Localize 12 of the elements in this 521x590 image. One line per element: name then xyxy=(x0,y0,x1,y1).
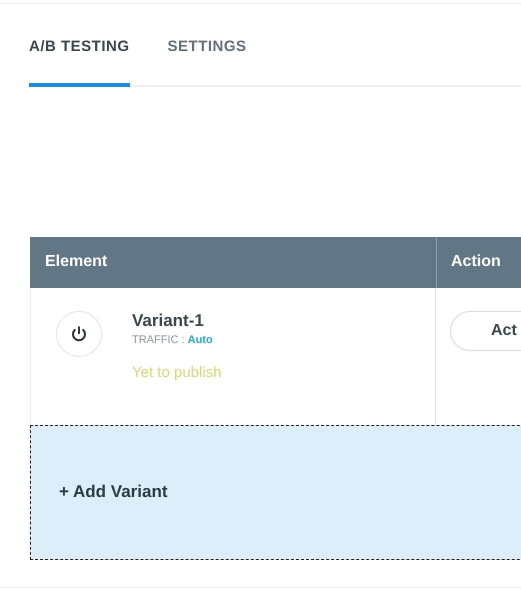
add-variant-button[interactable]: + Add Variant xyxy=(30,424,521,560)
tab[interactable]: A/B TESTING xyxy=(29,36,130,86)
status-text: Yet to publish xyxy=(132,362,222,382)
column-header: Element xyxy=(45,252,108,272)
variant-name: Variant-1 xyxy=(132,310,205,332)
action-button[interactable]: Act xyxy=(450,310,521,350)
traffic-value: Auto xyxy=(188,334,213,346)
column-header: Action xyxy=(451,253,501,270)
power-toggle[interactable] xyxy=(56,310,102,356)
tab[interactable]: SETTINGS xyxy=(168,36,247,86)
power-icon xyxy=(70,324,88,342)
traffic-label: TRAFFIC : xyxy=(132,334,185,346)
